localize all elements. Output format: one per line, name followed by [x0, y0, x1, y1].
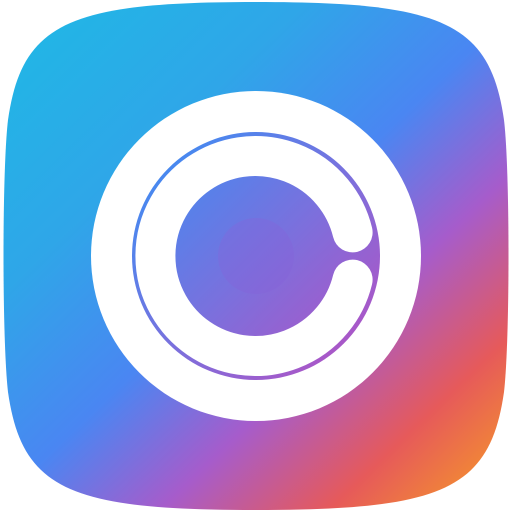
lens-center-dot	[218, 218, 294, 294]
app-icon-graphic	[3, 2, 509, 510]
app-icon	[0, 0, 512, 512]
